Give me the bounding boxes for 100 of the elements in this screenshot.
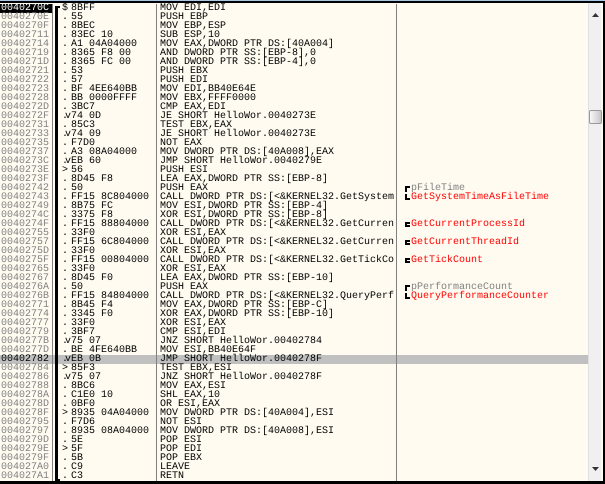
address-cell: 00402735	[0, 139, 53, 148]
address-cell: 0040271D	[0, 58, 53, 67]
hex-cell: 5E	[71, 436, 157, 445]
jump-marker: .	[62, 238, 66, 247]
jump-marker: .	[62, 283, 66, 292]
jump-marker: .	[62, 49, 66, 58]
hex-cell: 3345 F0	[71, 310, 157, 319]
address-cell: 0040273C	[0, 157, 53, 166]
hex-cell: FF15 84804000	[71, 292, 157, 301]
address-cell: 00402786	[0, 373, 53, 382]
jump-marker: .	[62, 139, 66, 148]
jump-marker: .	[62, 256, 66, 265]
jump-marker: .	[62, 265, 66, 274]
hex-cell: 85F3	[71, 364, 157, 373]
jump-marker: .	[62, 454, 66, 463]
instruction-cell: JNZ SHORT HelloWor.00402784	[157, 337, 397, 346]
address-cell: 00402722	[0, 76, 53, 85]
address-cell: 004027A0	[0, 463, 53, 472]
address-cell: 0040273F	[0, 175, 53, 184]
code-row[interactable]: 00402782 .v EB 0B JMP SHORT HelloWor.0040278F	[0, 355, 588, 364]
hex-cell: EB 60	[71, 157, 157, 166]
instruction-cell: MOV EAX,DWORD PTR SS:[EBP-C]	[157, 301, 397, 310]
hex-cell: 33F0	[71, 247, 157, 256]
address-cell: 00402749	[0, 202, 53, 211]
instruction-cell: XOR ESI,DWORD PTR SS:[EBP-8]	[157, 211, 397, 220]
bracket-icon	[405, 257, 410, 264]
comment-text: GetCurrentThreadId	[411, 238, 520, 247]
jump-marker: .	[62, 319, 66, 328]
address-cell: 00402771	[0, 301, 53, 310]
address-cell: 00402755	[0, 229, 53, 238]
jump-marker: .	[62, 247, 66, 256]
instruction-cell: MOV DWORD PTR DS:[40A008],ESI	[157, 427, 397, 436]
jump-marker: .	[62, 229, 66, 238]
address-cell: 0040270F	[0, 22, 53, 31]
hex-cell: 57	[71, 76, 157, 85]
hex-cell: F7D0	[71, 139, 157, 148]
hex-cell: A1 04A04000	[71, 40, 157, 49]
instruction-cell: MOV EAX,ESI	[157, 382, 397, 391]
scroll-up-icon[interactable]	[592, 13, 598, 17]
bracket-icon	[405, 221, 410, 228]
instruction-cell: PUSH EAX	[157, 283, 397, 292]
jump-marker: .	[62, 31, 66, 40]
jump-marker: .	[62, 103, 66, 112]
jump-marker: .	[62, 310, 66, 319]
bracket-icon	[405, 239, 410, 246]
address-cell: 00402733	[0, 130, 53, 139]
address-cell: 00402743	[0, 193, 53, 202]
hex-cell: 75 07	[71, 373, 157, 382]
address-cell: 00402795	[0, 418, 53, 427]
jump-marker: .	[62, 202, 66, 211]
comment-text: GetSystemTimeAsFileTime	[411, 193, 550, 202]
hex-cell: 8D45 F8	[71, 175, 157, 184]
code-row[interactable]: 0040270C $ 8BFF MOV EDI,EDI	[0, 4, 588, 13]
hex-cell: EB 0B	[71, 355, 157, 364]
jump-marker: .	[62, 85, 66, 94]
address-cell: 0040276B	[0, 292, 53, 301]
jump-marker: $	[62, 4, 67, 13]
hex-cell: 8B45 F4	[71, 301, 157, 310]
instruction-cell: XOR ESI,EAX	[157, 319, 397, 328]
jump-marker: .	[62, 121, 66, 130]
scroll-thumb[interactable]	[589, 110, 602, 124]
hex-cell: 3BC7	[71, 103, 157, 112]
instruction-cell: JNZ SHORT HelloWor.0040278F	[157, 373, 397, 382]
jump-marker: .	[62, 40, 66, 49]
instruction-cell: MOV ESI,DWORD PTR SS:[EBP-4]	[157, 202, 397, 211]
scrollbar[interactable]	[588, 3, 601, 481]
jump-marker: .v	[62, 157, 70, 166]
address-cell: 00402711	[0, 31, 53, 40]
address-cell: 00402719	[0, 49, 53, 58]
comment-text: pFileTime	[411, 184, 466, 193]
instruction-cell: OR ESI,EAX	[157, 400, 397, 409]
hex-cell: 55	[71, 13, 157, 22]
address-cell: 0040275F	[0, 256, 53, 265]
hex-cell: 8B75 FC	[71, 202, 157, 211]
instruction-cell: POP EDI	[157, 445, 397, 454]
jump-marker: .	[62, 193, 66, 202]
instruction-cell: AND DWORD PTR SS:[EBP-8],0	[157, 49, 397, 58]
instruction-cell: RETN	[157, 472, 397, 481]
instruction-cell: XOR ESI,EAX	[157, 229, 397, 238]
hex-cell: 8BFF	[71, 4, 157, 13]
instruction-cell: JMP SHORT HelloWor.0040279E	[157, 157, 397, 166]
instruction-cell: PUSH EDI	[157, 76, 397, 85]
jump-marker: .	[62, 346, 66, 355]
scroll-down-icon[interactable]	[592, 467, 598, 471]
jump-marker: .	[62, 292, 66, 301]
jump-marker: .	[62, 328, 66, 337]
hex-cell: 53	[71, 67, 157, 76]
jump-marker: .	[62, 211, 66, 220]
address-cell: 0040272F	[0, 112, 53, 121]
instruction-cell: MOV EDI,EDI	[157, 4, 397, 13]
jump-marker: .	[62, 67, 66, 76]
instruction-cell: JE SHORT HelloWor.0040273E	[157, 130, 397, 139]
address-cell: 00402731	[0, 121, 53, 130]
address-cell: 00402788	[0, 382, 53, 391]
address-cell: 00402742	[0, 184, 53, 193]
comment-text: GetTickCount	[411, 256, 484, 265]
address-cell: 00402767	[0, 274, 53, 283]
hex-cell: BF 4EE640BB	[71, 85, 157, 94]
instruction-cell: TEST EBX,EAX	[157, 121, 397, 130]
hex-cell: A3 08A04000	[71, 148, 157, 157]
